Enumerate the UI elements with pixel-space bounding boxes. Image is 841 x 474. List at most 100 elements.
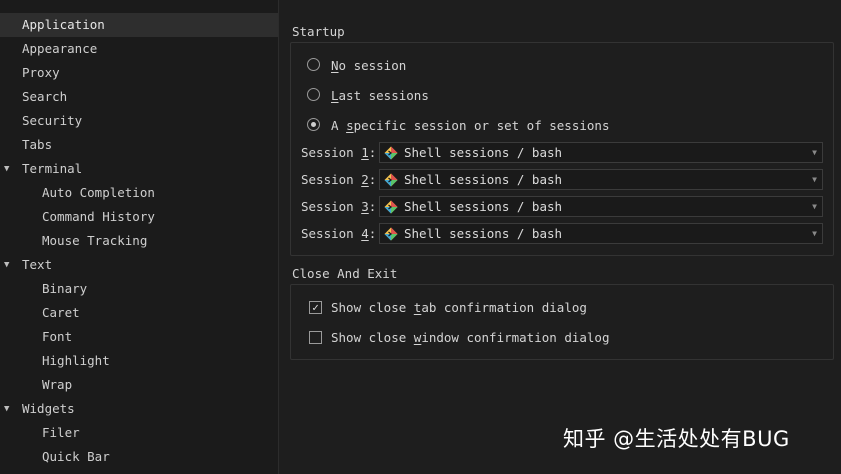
sidebar-item-appearance[interactable]: Appearance: [0, 37, 278, 61]
sidebar-item-auto-completion[interactable]: Auto Completion: [0, 181, 278, 205]
sidebar-item-label: Highlight: [42, 353, 110, 368]
sidebar-item-label: Search: [22, 89, 68, 104]
mnemonic-char: 1: [361, 145, 369, 160]
sidebar-item-caret[interactable]: Caret: [0, 301, 278, 325]
checkbox[interactable]: ✓: [309, 301, 322, 314]
mnemonic-char: 4: [361, 226, 369, 241]
sidebar-item-security[interactable]: Security: [0, 109, 278, 133]
sidebar-item-label: Security: [22, 113, 83, 128]
session-row-3: Session 3: Shell sessions / bash ▼: [301, 196, 825, 218]
close-exit-group: ✓ Show close tab confirmation dialog Show …: [290, 284, 834, 360]
radio-button[interactable]: [307, 58, 320, 71]
checkbox-label: Show close tab confirmation dialog: [331, 298, 587, 318]
chevron-down-icon[interactable]: ▼: [812, 197, 817, 216]
label-part: Session: [301, 145, 362, 160]
session-row-1: Session 1: Shell sessions / bash ▼: [301, 142, 825, 164]
sidebar-item-tabs[interactable]: Tabs: [0, 133, 278, 157]
watermark: 知乎 @生活处处有BUG: [563, 427, 790, 451]
sidebar-item-label: Tabs: [22, 137, 53, 152]
chevron-down-icon[interactable]: ▼: [812, 143, 817, 162]
sidebar-item-quick-bar[interactable]: Quick Bar: [0, 445, 278, 469]
sidebar-item-label: Appearance: [22, 41, 98, 56]
radio-label: Last sessions: [331, 86, 429, 106]
radio-button[interactable]: [307, 118, 320, 131]
chevron-down-icon[interactable]: ▼: [812, 224, 817, 243]
label-part: A: [331, 118, 347, 133]
sidebar-item-label: Font: [42, 329, 73, 344]
sidebar-item-label: Wrap: [42, 377, 73, 392]
sidebar-item-label: Mouse Tracking: [42, 233, 148, 248]
sidebar-item-application[interactable]: Application: [0, 13, 278, 37]
startup-section-title: Startup: [292, 24, 345, 39]
mnemonic-char: s: [346, 118, 354, 133]
mnemonic-char: 2: [361, 172, 369, 187]
label-part: ab confirmation dialog: [421, 300, 587, 315]
sidebar-item-label: Auto Completion: [42, 185, 155, 200]
sidebar-item-text[interactable]: ▼ Text: [0, 253, 278, 277]
sidebar-item-highlight[interactable]: Highlight: [0, 349, 278, 373]
sidebar-item-mouse-tracking[interactable]: Mouse Tracking: [0, 229, 278, 253]
sidebar-item-label: Application: [22, 17, 105, 32]
sidebar-item-label: Terminal: [22, 161, 83, 176]
sidebar-item-command-history[interactable]: Command History: [0, 205, 278, 229]
sidebar-item-search[interactable]: Search: [0, 85, 278, 109]
sidebar-item-widgets[interactable]: ▼ Widgets: [0, 397, 278, 421]
chevron-down-icon[interactable]: ▼: [812, 170, 817, 189]
session-label: Session 4:: [301, 225, 376, 243]
sidebar-item-binary[interactable]: Binary: [0, 277, 278, 301]
settings-panel: Startup No session Last sessions A specifi…: [279, 0, 841, 474]
label-part: pecific session or set of sessions: [353, 118, 610, 133]
session-value: Shell sessions / bash: [404, 145, 563, 160]
sidebar-item-proxy[interactable]: Proxy: [0, 61, 278, 85]
sidebar-item-label: Proxy: [22, 65, 60, 80]
session-value: Shell sessions / bash: [404, 172, 563, 187]
checkbox[interactable]: [309, 331, 322, 344]
session-3-select[interactable]: Shell sessions / bash ▼: [379, 196, 823, 217]
triangle-down-icon[interactable]: ▼: [4, 157, 14, 181]
session-label: Session 1:: [301, 144, 376, 162]
sidebar-item-label: Widgets: [22, 401, 75, 416]
session-label: Session 2:: [301, 171, 376, 189]
mnemonic-char: L: [331, 88, 339, 103]
close-exit-section-title: Close And Exit: [292, 266, 398, 281]
terminal-shell-icon: [384, 173, 398, 187]
mnemonic-char: 3: [361, 199, 369, 214]
sidebar-item-label: Quick Bar: [42, 449, 110, 464]
terminal-shell-icon: [384, 146, 398, 160]
sidebar-item-label: Caret: [42, 305, 80, 320]
sidebar-item-filer[interactable]: Filer: [0, 421, 278, 445]
triangle-down-icon[interactable]: ▼: [4, 397, 14, 421]
sidebar-item-label: Binary: [42, 281, 88, 296]
mnemonic-char: N: [331, 58, 339, 73]
label-part: ast sessions: [338, 88, 429, 103]
sidebar-item-label: Command History: [42, 209, 155, 224]
triangle-down-icon[interactable]: ▼: [4, 253, 14, 277]
label-part: Show close: [331, 330, 414, 345]
label-part: :: [368, 226, 377, 241]
session-value: Shell sessions / bash: [404, 226, 563, 241]
terminal-shell-icon: [384, 227, 398, 241]
sidebar-item-wrap[interactable]: Wrap: [0, 373, 278, 397]
session-row-2: Session 2: Shell sessions / bash ▼: [301, 169, 825, 191]
label-part: :: [368, 172, 377, 187]
sidebar-item-label: Filer: [42, 425, 80, 440]
label-part: o session: [338, 58, 407, 73]
radio-button[interactable]: [307, 88, 320, 101]
sidebar-item-terminal[interactable]: ▼ Terminal: [0, 157, 278, 181]
radio-label: No session: [331, 56, 406, 76]
checkbox-label: Show close window confirmation dialog: [331, 328, 609, 348]
session-2-select[interactable]: Shell sessions / bash ▼: [379, 169, 823, 190]
session-1-select[interactable]: Shell sessions / bash ▼: [379, 142, 823, 163]
terminal-shell-icon: [384, 200, 398, 214]
session-4-select[interactable]: Shell sessions / bash ▼: [379, 223, 823, 244]
sidebar-item-label: Text: [22, 257, 53, 272]
label-part: Session: [301, 172, 362, 187]
settings-sidebar: Application Appearance Proxy Search Security…: [0, 0, 279, 474]
radio-label: A specific session or set of sessions: [331, 116, 609, 136]
session-row-4: Session 4: Shell sessions / bash ▼: [301, 223, 825, 245]
session-label: Session 3:: [301, 198, 376, 216]
label-part: Show close: [331, 300, 414, 315]
label-part: indow confirmation dialog: [421, 330, 610, 345]
sidebar-item-font[interactable]: Font: [0, 325, 278, 349]
label-part: :: [368, 145, 377, 160]
